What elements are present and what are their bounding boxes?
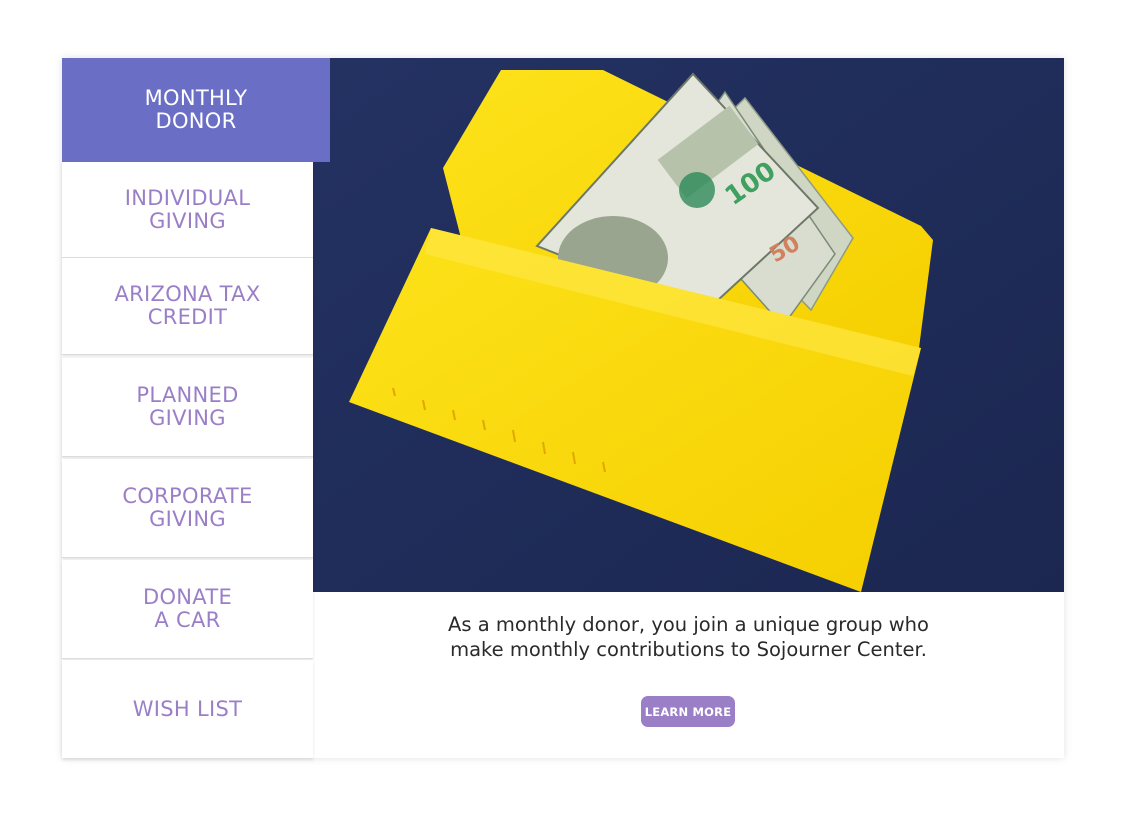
monthly-donor-description: As a monthly donor, you join a unique gr… bbox=[448, 613, 929, 661]
envelope-illustration: 100 50 bbox=[313, 58, 1064, 592]
giving-options-sidebar: MONTHLY DONOR INDIVIDUAL GIVING ARIZONA … bbox=[62, 58, 330, 758]
envelope-with-money-photo: 100 50 bbox=[313, 58, 1064, 592]
tab-label: DONATE A CAR bbox=[142, 585, 233, 632]
tab-label: ARIZONA TAX CREDIT bbox=[114, 282, 261, 329]
tab-label: MONTHLY DONOR bbox=[144, 86, 248, 133]
tab-label: INDIVIDUAL GIVING bbox=[124, 185, 251, 233]
tab-label: PLANNED GIVING bbox=[136, 383, 239, 430]
tab-monthly-donor[interactable]: MONTHLY DONOR bbox=[62, 58, 330, 162]
tab-corporate-giving[interactable]: CORPORATE GIVING bbox=[62, 459, 313, 558]
tab-label: WISH LIST bbox=[132, 696, 243, 721]
giving-panel: MONTHLY DONOR INDIVIDUAL GIVING ARIZONA … bbox=[62, 58, 1064, 758]
tab-wish-list[interactable]: WISH LIST bbox=[62, 660, 313, 758]
tab-label: CORPORATE GIVING bbox=[122, 484, 253, 531]
tab-arizona-tax-credit[interactable]: ARIZONA TAX CREDIT bbox=[62, 258, 313, 355]
tab-planned-giving[interactable]: PLANNED GIVING bbox=[62, 358, 313, 457]
tab-donate-a-car[interactable]: DONATE A CAR bbox=[62, 560, 313, 659]
tab-individual-giving[interactable]: INDIVIDUAL GIVING bbox=[62, 162, 313, 258]
learn-more-button[interactable]: LEARN MORE bbox=[641, 696, 735, 727]
